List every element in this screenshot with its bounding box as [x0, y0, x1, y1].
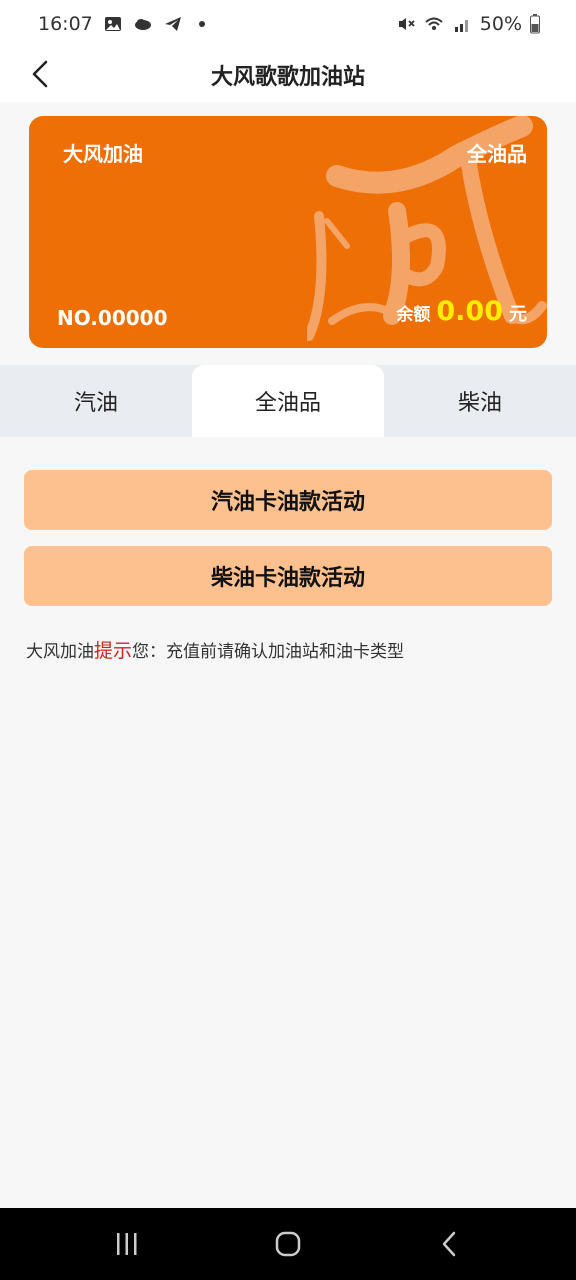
notice-prefix: 大风加油	[26, 642, 94, 662]
system-back-button[interactable]	[420, 1224, 480, 1264]
home-icon	[275, 1231, 301, 1257]
card-type: 全油品	[467, 142, 527, 166]
balance-label: 余额	[396, 305, 431, 325]
wifi-icon	[425, 17, 443, 30]
signal-icon	[454, 20, 468, 32]
status-time: 16:07	[38, 13, 93, 35]
gasoline-activity-button[interactable]: 汽油卡油款活动	[24, 470, 552, 530]
system-nav-bar	[0, 1208, 576, 1280]
notification-dot-icon	[198, 21, 205, 27]
status-left: 16:07	[38, 13, 205, 35]
page-title: 大风歌歌加油站	[210, 65, 365, 90]
header: 大风歌歌加油站	[0, 48, 576, 102]
recharge-notice: 大风加油提示您：充值前请确认加油站和油卡类型	[26, 636, 404, 663]
telegram-icon	[164, 17, 181, 31]
balance-unit: 元	[509, 304, 527, 325]
back-button[interactable]	[20, 54, 60, 94]
home-button[interactable]	[258, 1224, 318, 1264]
card-number: NO.00000	[57, 306, 168, 330]
status-right: 50%	[396, 13, 540, 35]
card-balance: 余额 0.00 元	[396, 296, 527, 327]
balance-value: 0.00	[436, 296, 503, 327]
card-brand: 大风加油	[63, 142, 143, 166]
mute-icon	[398, 18, 415, 30]
notice-suffix: 您：充值前请确认加油站和油卡类型	[132, 642, 405, 662]
battery-icon	[530, 14, 540, 34]
tab-gasoline[interactable]: 汽油	[0, 365, 192, 437]
battery-percent: 50%	[479, 13, 522, 35]
status-bar: 16:07 50%	[0, 0, 576, 48]
fuel-card: 大风加油 全油品 NO.00000 余额 0.00 元	[29, 116, 547, 348]
back-icon	[442, 1231, 456, 1257]
tab-all-fuels[interactable]: 全油品	[192, 365, 384, 437]
cloud-icon	[134, 19, 151, 30]
recent-apps-button[interactable]	[97, 1224, 157, 1264]
diesel-activity-button[interactable]: 柴油卡油款活动	[24, 546, 552, 606]
tab-diesel[interactable]: 柴油	[384, 365, 576, 437]
fuel-type-tabs: 汽油 全油品 柴油	[0, 365, 576, 437]
notice-highlight: 提示	[94, 640, 133, 662]
image-icon	[104, 17, 121, 31]
recent-apps-icon	[117, 1233, 137, 1255]
chevron-left-icon	[32, 60, 48, 88]
